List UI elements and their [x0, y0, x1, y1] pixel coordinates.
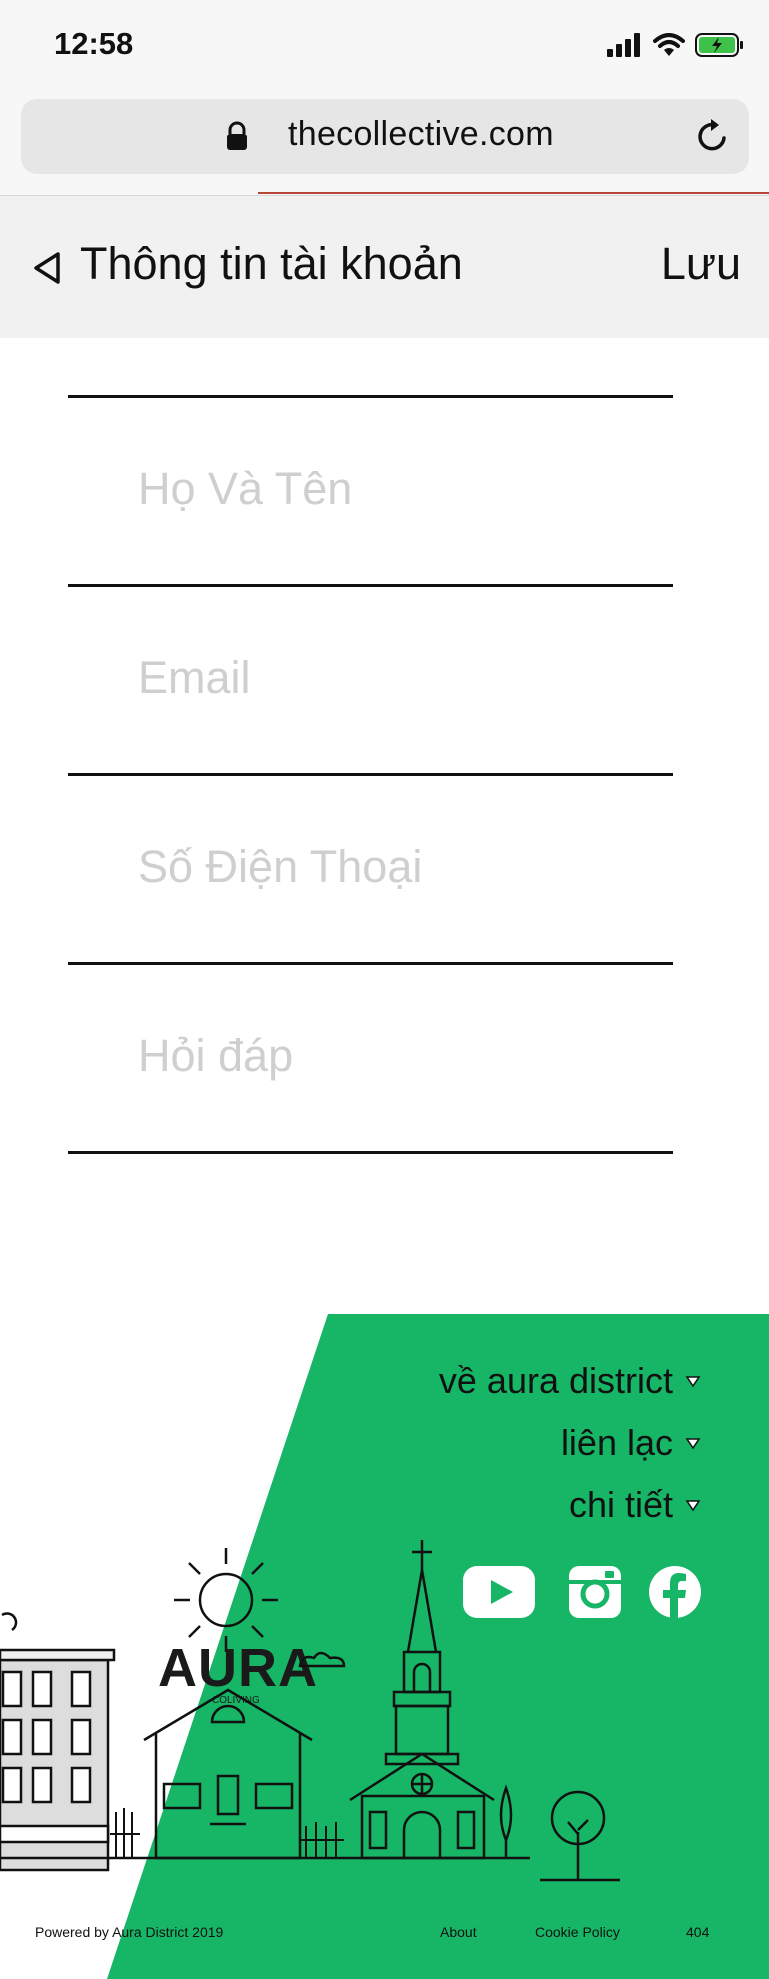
cookie-policy-link[interactable]: Cookie Policy [535, 1924, 620, 1940]
powered-by: Powered by Aura District 2019 [35, 1924, 223, 1940]
sun-icon [174, 1548, 278, 1652]
footer-link-contact[interactable]: liên lạc [439, 1412, 701, 1474]
footer-links: về aura district liên lạc chi tiết [439, 1350, 701, 1536]
footer-link-label[interactable]: về aura district [439, 1360, 673, 1402]
field-divider [68, 1151, 673, 1154]
error-404-link[interactable]: 404 [686, 1924, 709, 1940]
apartment-building [0, 1612, 116, 1872]
powered-by-prefix: Powered by [35, 1924, 113, 1940]
youtube-icon[interactable] [463, 1566, 535, 1618]
signal-icon [607, 33, 640, 57]
status-time: 12:58 [54, 26, 134, 61]
footer-link-label[interactable]: chi tiết [569, 1484, 673, 1526]
instagram-icon[interactable] [569, 1566, 621, 1618]
about-link[interactable]: About [440, 1924, 477, 1940]
system-icons [607, 30, 745, 60]
caret-down-icon [685, 1376, 701, 1388]
full-name-input[interactable] [68, 396, 673, 582]
reload-icon[interactable] [693, 116, 733, 156]
navigation-bar: Thông tin tài khoản Lưu [0, 195, 769, 338]
status-bar: 12:58 [0, 0, 769, 95]
fence-illustration [110, 1808, 344, 1858]
tree-illustration [499, 1784, 606, 1880]
footer-link-details[interactable]: chi tiết [439, 1474, 701, 1536]
email-input[interactable] [68, 585, 673, 771]
page-load-indicator [258, 192, 769, 194]
url-text[interactable]: thecollective.com [288, 115, 554, 154]
browser-chrome: thecollective.com [0, 95, 769, 195]
save-button[interactable]: Lưu [661, 238, 741, 290]
powered-by-link[interactable]: Aura District 2019 [112, 1924, 223, 1940]
svg-text:AURA: AURA [158, 1638, 318, 1698]
lock-icon [227, 121, 247, 150]
house-illustration [143, 1688, 313, 1860]
caret-down-icon [685, 1500, 701, 1512]
page-title: Thông tin tài khoản [80, 238, 463, 289]
address-bar[interactable]: thecollective.com [21, 99, 749, 174]
footer-link-label[interactable]: liên lạc [561, 1422, 673, 1464]
wifi-icon [653, 33, 685, 56]
caret-down-icon [685, 1438, 701, 1450]
footer-link-about-aura[interactable]: về aura district [439, 1350, 701, 1412]
question-input[interactable] [68, 963, 673, 1149]
facebook-icon[interactable] [649, 1566, 701, 1618]
back-arrow-icon[interactable] [32, 251, 62, 285]
phone-input[interactable] [68, 774, 673, 960]
battery-charging-icon [695, 33, 743, 57]
